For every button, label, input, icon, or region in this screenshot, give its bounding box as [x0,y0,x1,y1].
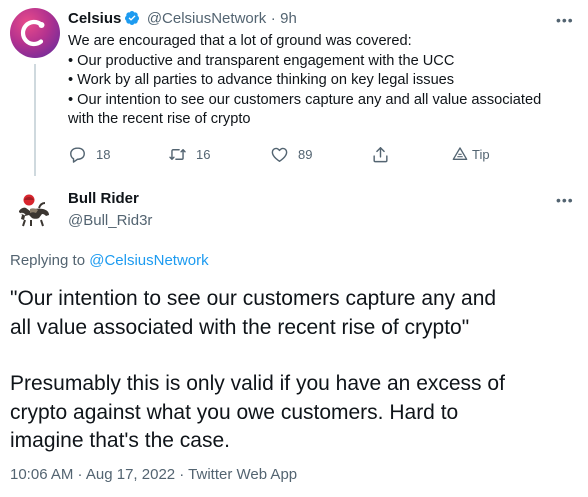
parent-tweet-line: • Our productive and transparent engagem… [68,52,455,69]
reply-more-options-button[interactable]: ••• [556,192,574,208]
share-action-button[interactable] [371,144,399,164]
verified-badge-icon [125,11,140,25]
parent-author-handle[interactable]: @CelsiusNetwork [147,10,266,27]
reply-text-line: crypto against what you owe customers. H… [10,400,459,424]
replying-to-link[interactable]: @CelsiusNetwork [89,252,208,269]
parent-tweet-header: Celsius @CelsiusNetwork · 9h [68,10,297,28]
retweet-action-button[interactable]: 16 [168,144,210,164]
share-upload-icon [373,146,388,162]
reply-text-line: all value associated with the recent ris… [10,315,470,339]
bull-rider-avatar-image [10,187,60,237]
replying-to-label: Replying to [10,252,86,269]
bull-rider-avatar[interactable] [10,187,60,237]
reply-text-line: imagine that's the case. [10,429,230,452]
retweet-icon [169,148,186,160]
reply-timestamp-source[interactable]: 10:06 AM · Aug 17, 2022 · Twitter Web Ap… [10,466,297,483]
parent-tweet-line: • Work by all parties to advance thinkin… [68,72,455,88]
thread-connector-line [34,64,36,176]
parent-more-options-button[interactable]: ••• [556,12,574,28]
retweet-count: 16 [196,146,211,162]
parent-tweet-text: We are encouraged that a lot of ground w… [68,32,573,130]
parent-tweet-line: with the recent rise of crypto [68,111,251,127]
tip-triangle-icon [452,147,468,160]
parent-tweet-line: • Our intention to see our customers cap… [68,91,542,108]
reply-bubble-icon [70,146,85,163]
tip-label: Tip [472,146,490,162]
like-action-button[interactable]: 89 [270,144,312,164]
parent-author-name[interactable]: Celsius [68,10,121,27]
replying-to-line: Replying to @CelsiusNetwork [10,252,209,269]
parent-tweet-line: We are encouraged that a lot of ground w… [68,33,412,49]
like-count: 89 [298,146,313,162]
reply-action-button[interactable]: 18 [68,144,110,164]
tip-action-button[interactable]: Tip [452,144,490,164]
parent-tweet-time[interactable]: 9h [280,10,297,27]
reply-text-line: "Our intention to see our customers capt… [10,287,497,310]
header-separator: · [270,10,276,27]
reply-text-line: Presumably this is only valid if you hav… [10,372,505,395]
reply-author-handle[interactable]: @Bull_Rid3r [68,212,152,229]
celsius-logo-icon [20,19,45,47]
reply-author-name[interactable]: Bull Rider [68,190,139,207]
reply-count: 18 [96,146,111,162]
reply-tweet-text: "Our intention to see our customers capt… [10,285,580,456]
celsius-avatar[interactable] [10,8,60,58]
heart-icon [271,147,288,162]
